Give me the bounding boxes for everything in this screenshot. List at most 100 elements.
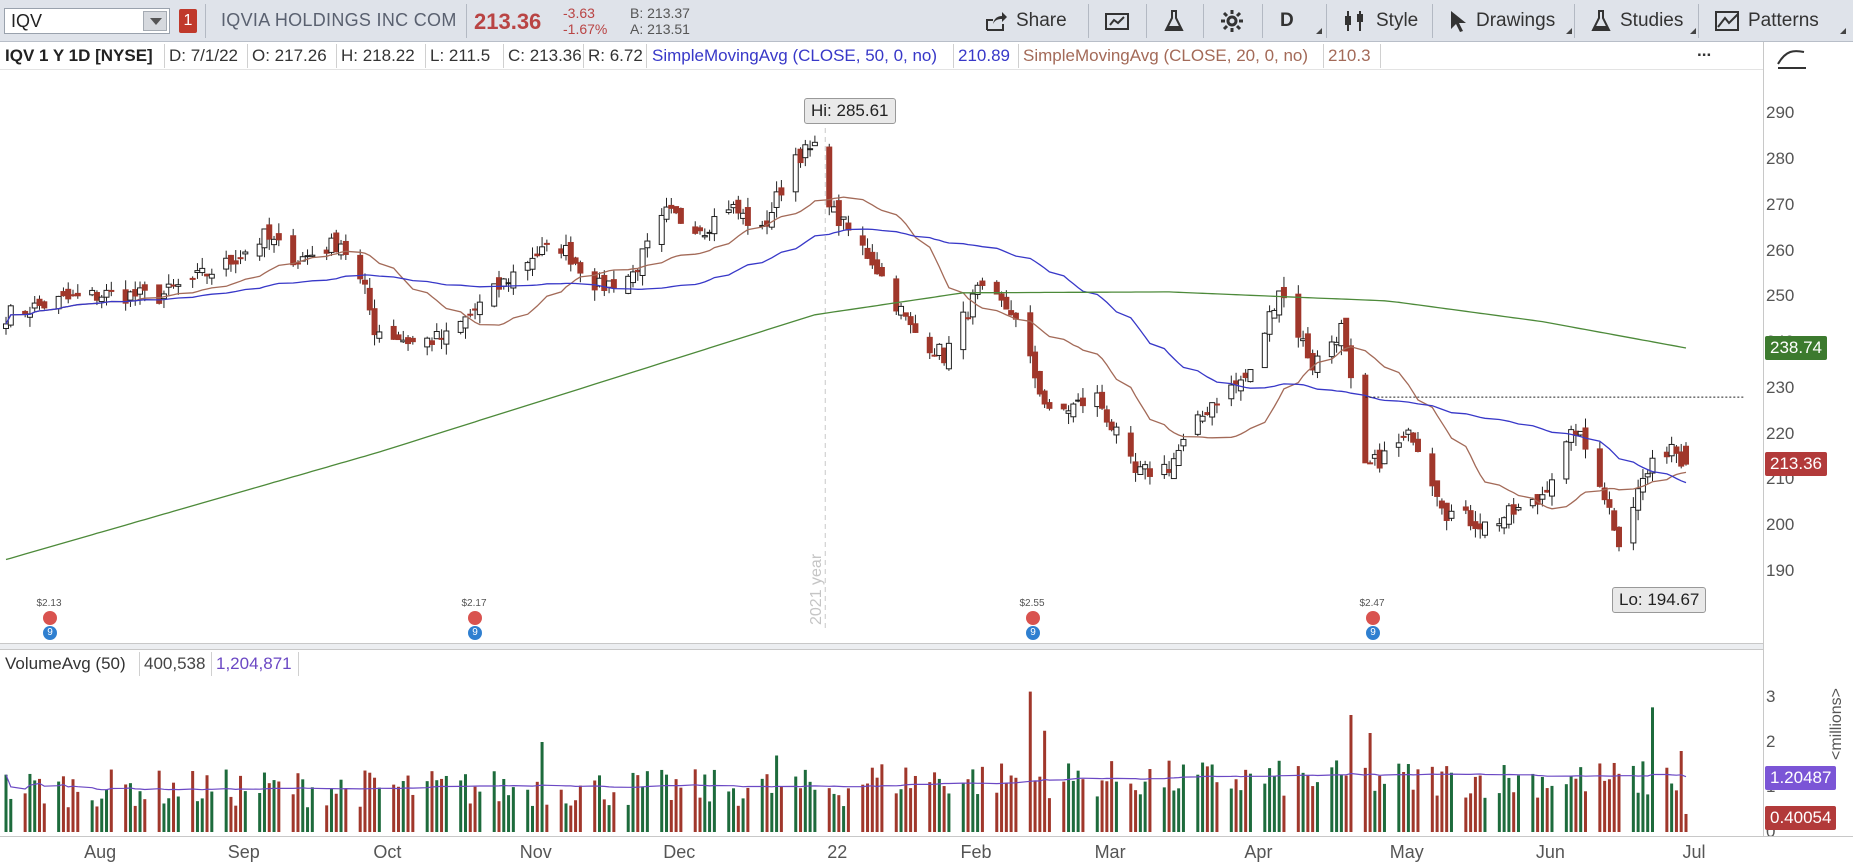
candle-down-body <box>1008 310 1015 316</box>
candle <box>89 287 96 297</box>
dropdown-corner-icon <box>1310 28 1322 34</box>
candle <box>730 201 737 214</box>
candle <box>1347 338 1354 389</box>
candle <box>792 147 799 202</box>
candle <box>677 207 684 225</box>
candle <box>505 278 512 292</box>
volume-bar-up <box>607 805 611 832</box>
earnings-icon[interactable]: 9 <box>43 626 57 640</box>
candle <box>55 295 62 314</box>
volume-bar-up <box>210 791 214 832</box>
candle <box>443 322 450 355</box>
candle-down-body <box>1099 391 1106 409</box>
candle-up-body <box>328 237 335 253</box>
symbol-dropdown-button[interactable] <box>143 11 167 31</box>
candle <box>725 200 732 215</box>
candle <box>706 229 713 241</box>
style-button[interactable]: Style <box>1334 4 1434 38</box>
volume-bar-down <box>358 806 362 832</box>
dividend-icon[interactable] <box>468 611 482 625</box>
candle <box>1209 402 1216 426</box>
candle-up-body <box>505 282 512 285</box>
candle <box>840 216 847 230</box>
volume-bar-up <box>128 783 132 832</box>
volume-bar-down <box>1416 769 1420 832</box>
percent-change: -1.67% <box>563 21 608 37</box>
candle-up-body <box>606 280 613 288</box>
dividend-icon[interactable] <box>43 611 57 625</box>
price-chart[interactable] <box>0 70 1763 643</box>
candle-down-body <box>998 293 1005 301</box>
share-label: Share <box>1016 10 1067 31</box>
dividend-icon[interactable] <box>1366 611 1380 625</box>
candle <box>1060 403 1067 411</box>
candle-up-body <box>1199 415 1206 422</box>
candle <box>1276 290 1283 323</box>
volume-bar-up <box>937 778 941 832</box>
candle-down-body <box>170 284 177 287</box>
volume-bar-up <box>1564 784 1568 832</box>
candle <box>199 257 206 276</box>
volume-bar-up <box>1569 776 1573 832</box>
flask-button[interactable] <box>1155 4 1193 38</box>
axis-settings-icon[interactable] <box>1774 46 1814 72</box>
candle <box>342 234 349 261</box>
candle <box>1046 398 1053 411</box>
sma50-study-label[interactable]: SimpleMovingAvg (CLOSE, 50, 0, no) <box>652 46 937 66</box>
candle-down-body <box>390 325 397 340</box>
dividend-icon[interactable] <box>1026 611 1040 625</box>
info-divider <box>425 44 426 68</box>
candle <box>1534 494 1541 515</box>
time-tick: May <box>1389 842 1424 862</box>
volume-bar-up <box>526 789 530 832</box>
candle <box>26 306 33 327</box>
link-group-badge[interactable]: 1 <box>179 9 197 33</box>
candle-up-body <box>1501 517 1508 529</box>
candle <box>878 262 885 277</box>
studies-button[interactable]: Studies <box>1582 4 1696 38</box>
candle <box>567 236 574 272</box>
candle <box>835 194 842 236</box>
share-button[interactable]: Share <box>976 4 1086 38</box>
volume-pane[interactable] <box>0 678 1763 836</box>
candle <box>864 238 871 260</box>
candle <box>98 294 105 309</box>
candle-down-body <box>912 323 919 333</box>
earnings-icon[interactable]: 9 <box>1026 626 1040 640</box>
volume-bar-up <box>1315 782 1319 832</box>
drawings-button[interactable]: Drawings <box>1440 4 1572 38</box>
volume-bar-up <box>100 798 104 832</box>
more-studies-button[interactable]: ... <box>1697 41 1711 61</box>
info-divider <box>503 44 504 68</box>
toolbar-divider <box>1326 4 1327 38</box>
volume-bar-down <box>1435 795 1439 832</box>
pane-splitter[interactable] <box>0 643 1763 650</box>
candle <box>1065 405 1072 425</box>
volume-chart[interactable] <box>0 678 1763 836</box>
volume-bar-down <box>1464 797 1468 832</box>
symbol-selector[interactable] <box>4 8 170 34</box>
company-name: IQVIA HOLDINGS INC COM <box>221 10 457 30</box>
candle-down-body <box>567 241 574 265</box>
period-button[interactable]: D <box>1272 4 1322 38</box>
candle <box>304 249 311 265</box>
volume-bar-down <box>1440 771 1444 832</box>
earnings-icon[interactable]: 9 <box>468 626 482 640</box>
time-tick: 22 <box>827 842 848 862</box>
ask-price: A: 213.51 <box>630 21 690 37</box>
candle <box>309 245 316 258</box>
price-pane[interactable]: 2021 year Hi: 285.61 Lo: 194.67 $2.13 9 … <box>0 70 1763 643</box>
time-axis[interactable]: Aug Sep Oct Nov Dec 22 Feb Mar Apr May Jun Jul <box>0 836 1853 866</box>
candle-down-body <box>1343 317 1350 352</box>
symbol-input[interactable] <box>9 11 139 31</box>
settings-button[interactable] <box>1212 4 1252 38</box>
patterns-button[interactable]: Patterns <box>1706 4 1846 38</box>
sma20-study-label[interactable]: SimpleMovingAvg (CLOSE, 20, 0, no) <box>1023 46 1308 66</box>
volume-study-label[interactable]: VolumeAvg (50) <box>5 654 126 674</box>
candle <box>1544 481 1551 493</box>
snapshot-button[interactable] <box>1096 4 1138 38</box>
candle <box>1113 422 1120 444</box>
candle-up-body <box>936 343 943 356</box>
candle-down-body <box>1304 333 1311 359</box>
earnings-icon[interactable]: 9 <box>1366 626 1380 640</box>
